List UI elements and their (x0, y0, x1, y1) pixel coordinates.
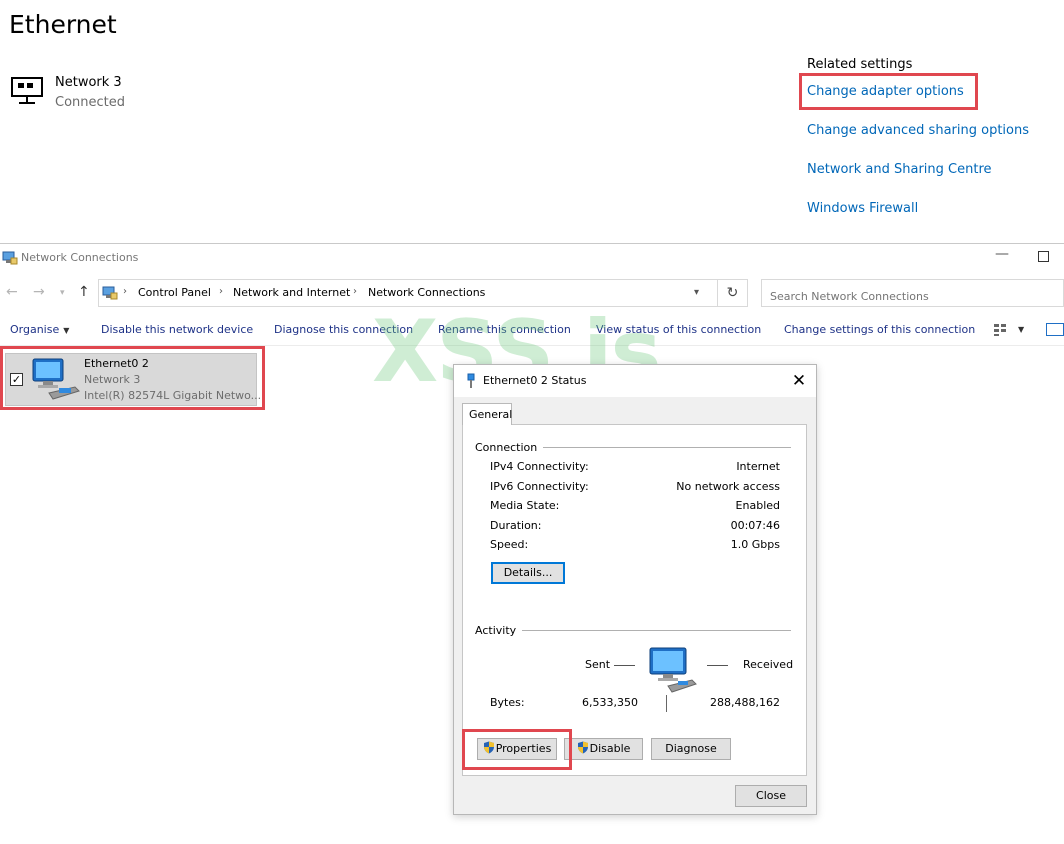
network-folder-icon (2, 251, 18, 265)
network-status: Connected (55, 95, 126, 110)
recent-dropdown-icon[interactable]: ▾ (60, 288, 65, 298)
preview-pane-icon[interactable] (1046, 323, 1064, 336)
breadcrumb-separator-icon: › (123, 286, 127, 297)
network-sharing-centre-link[interactable]: Network and Sharing Centre (807, 162, 992, 177)
chevron-down-icon[interactable]: ▼ (1018, 325, 1024, 334)
rename-command[interactable]: Rename this connection (438, 323, 571, 336)
breadcrumb-separator-icon: › (353, 286, 357, 297)
breadcrumb-control-panel[interactable]: Control Panel (138, 286, 211, 299)
sent-label: Sent (585, 658, 611, 671)
forward-arrow-icon[interactable]: → (33, 284, 45, 300)
organise-menu[interactable]: Organise ▼ (10, 323, 69, 336)
ipv6-value: No network access (676, 480, 780, 493)
change-settings-command[interactable]: Change settings of this connection (784, 323, 975, 336)
network-name: Network 3 (55, 75, 122, 90)
adapter-network: Network 3 (84, 373, 141, 386)
ethernet-cable-icon (467, 373, 475, 388)
dialog-titlebar: Ethernet0 2 Status ✕ (454, 365, 816, 397)
disable-button[interactable]: Disable (564, 738, 643, 760)
control-panel-icon (102, 286, 118, 300)
duration-label: Duration: (490, 519, 542, 532)
ethernet-icon (11, 77, 43, 104)
search-input[interactable] (761, 279, 1064, 307)
change-adapter-options-link[interactable]: Change adapter options (807, 84, 964, 99)
media-state-label: Media State: (490, 499, 560, 512)
adapter-list-item[interactable]: ✓ Ethernet0 2 Network 3 Intel(R) 82574L … (5, 353, 261, 406)
maximize-button[interactable] (1038, 251, 1049, 262)
diagnose-command[interactable]: Diagnose this connection (274, 323, 413, 336)
organise-label: Organise (10, 323, 60, 336)
refresh-button[interactable]: ↻ (717, 279, 748, 307)
network-adapter-icon (32, 358, 80, 400)
received-label: Received (743, 658, 794, 671)
dialog-title: Ethernet0 2 Status (483, 374, 587, 387)
windows-firewall-link[interactable]: Windows Firewall (807, 201, 918, 216)
view-options-icon[interactable] (993, 323, 1007, 337)
uac-shield-icon (483, 741, 494, 754)
properties-button[interactable]: Properties (477, 738, 557, 760)
back-arrow-icon[interactable]: ← (6, 284, 18, 300)
received-dash (707, 665, 728, 666)
page-title: Ethernet (9, 10, 117, 39)
properties-label: Properties (495, 742, 552, 755)
up-arrow-icon[interactable]: ↑ (78, 284, 90, 300)
bytes-received-value: 288,488,162 (710, 696, 780, 709)
bytes-separator (666, 695, 667, 712)
speed-label: Speed: (490, 538, 529, 551)
bytes-sent-value: 6,533,350 (582, 696, 638, 709)
window-title: Network Connections (21, 251, 139, 264)
ipv4-label: IPv4 Connectivity: (490, 460, 589, 473)
chevron-down-icon: ▼ (63, 326, 70, 335)
disable-label: Disable (589, 742, 631, 755)
breadcrumb-network-connections[interactable]: Network Connections (368, 286, 485, 299)
breadcrumb-separator-icon: › (219, 286, 223, 297)
breadcrumb-network-internet[interactable]: Network and Internet (233, 286, 350, 299)
uac-shield-icon (577, 741, 588, 754)
window-titlebar: Network Connections — (0, 244, 1064, 274)
adapter-device: Intel(R) 82574L Gigabit Netwo... (84, 389, 262, 402)
general-tab-panel: Connection IPv4 Connectivity: Internet I… (462, 424, 807, 776)
ipv4-value: Internet (736, 460, 780, 473)
status-dialog: Ethernet0 2 Status ✕ General Connection … (453, 364, 817, 815)
address-bar[interactable]: › Control Panel › Network and Internet ›… (98, 279, 718, 307)
group-divider (475, 630, 791, 631)
ipv6-label: IPv6 Connectivity: (490, 480, 589, 493)
speed-value: 1.0 Gbps (730, 538, 780, 551)
view-status-command[interactable]: View status of this connection (596, 323, 761, 336)
disable-device-command[interactable]: Disable this network device (101, 323, 253, 336)
command-bar: Organise ▼ Disable this network device Di… (0, 314, 1064, 346)
minimize-button[interactable]: — (992, 246, 1012, 270)
tab-general[interactable]: General (462, 403, 512, 425)
close-button[interactable]: Close (735, 785, 807, 807)
address-row: ← → ▾ ↑ › Control Panel › Network and In… (0, 277, 1064, 309)
connection-group-label: Connection (475, 441, 544, 454)
duration-value: 00:07:46 (730, 519, 780, 532)
diagnose-button[interactable]: Diagnose (651, 738, 731, 760)
chevron-down-icon[interactable]: ▾ (694, 287, 699, 298)
adapter-checkbox[interactable]: ✓ (10, 373, 23, 386)
close-icon[interactable]: ✕ (788, 370, 810, 392)
related-settings-heading: Related settings (807, 57, 913, 72)
activity-group-label: Activity (475, 624, 523, 637)
bytes-label: Bytes: (490, 696, 525, 709)
change-advanced-sharing-link[interactable]: Change advanced sharing options (807, 123, 1029, 138)
network-activity-icon (649, 647, 697, 693)
details-button[interactable]: Details... (491, 562, 565, 584)
media-state-value: Enabled (735, 499, 780, 512)
sent-dash (614, 665, 635, 666)
adapter-name: Ethernet0 2 (84, 357, 149, 370)
